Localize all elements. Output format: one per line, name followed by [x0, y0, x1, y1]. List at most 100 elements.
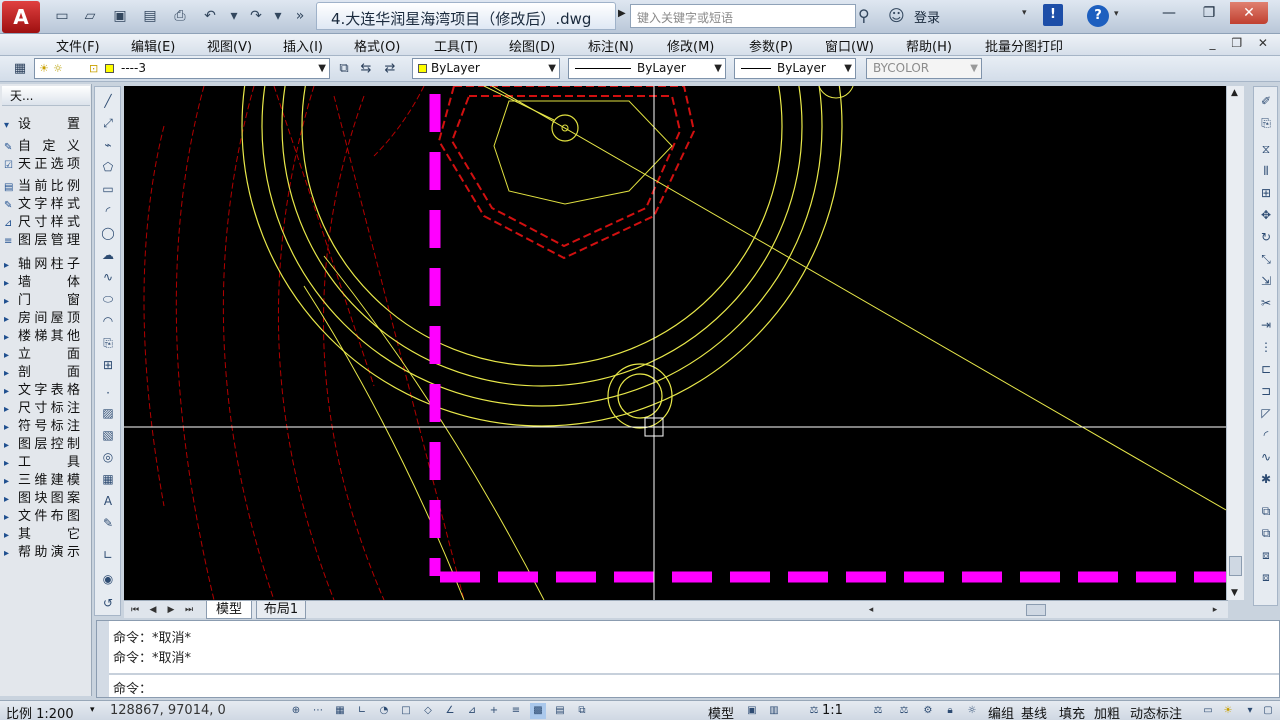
palette-item[interactable]: ▸ 立 面: [4, 346, 88, 364]
move-icon[interactable]: ✥: [1256, 205, 1276, 225]
array-icon[interactable]: ⊞: [1256, 183, 1276, 203]
palette-item[interactable]: ▸ 尺寸标注: [4, 400, 88, 418]
dyn-input-icon[interactable]: +: [486, 703, 502, 719]
binoculars-icon[interactable]: ⚲: [858, 6, 870, 25]
transparency-toggle-icon[interactable]: ▩: [530, 703, 546, 719]
infer-constraints-icon[interactable]: ⊕: [288, 703, 304, 719]
group-toggle[interactable]: 编组: [988, 703, 1014, 720]
copy-icon[interactable]: ⎘: [1256, 113, 1276, 133]
text-front-icon[interactable]: ⧉: [1256, 523, 1276, 543]
break-icon[interactable]: ⊏: [1256, 359, 1276, 379]
bring-to-front-icon[interactable]: ⧈: [1256, 545, 1276, 565]
palette-item[interactable]: ✎ 自 定 义: [4, 138, 88, 156]
annotation-scale-value[interactable]: 1:1: [822, 703, 843, 718]
last-tab-icon[interactable]: ⏭: [182, 603, 196, 617]
hscroll-left-icon[interactable]: ◂: [864, 603, 878, 617]
ellipse-icon[interactable]: ⬭: [98, 289, 118, 309]
status-menu-icon[interactable]: ▾: [1242, 703, 1258, 719]
palette-item[interactable]: ⊿ 尺寸样式: [4, 214, 88, 232]
offset-icon[interactable]: ⫴: [1256, 161, 1276, 181]
undo-dropdown-icon[interactable]: ▾: [224, 7, 244, 25]
lineweight-toggle-icon[interactable]: ≡: [508, 703, 524, 719]
region-icon[interactable]: ◎: [98, 447, 118, 467]
palette-item[interactable]: ▸ 其 它: [4, 526, 88, 544]
layer-match-icon[interactable]: ⇆: [356, 59, 376, 79]
application-menu-button[interactable]: A: [2, 1, 40, 33]
scale-dropdown-icon[interactable]: ▾: [90, 705, 95, 715]
palette-item[interactable]: ▸ 墙 体: [4, 274, 88, 292]
prev-tab-icon[interactable]: ◀: [146, 603, 160, 617]
multiline-text-icon[interactable]: A: [98, 491, 118, 511]
vertical-scrollbar[interactable]: ▲ ▼: [1226, 86, 1244, 600]
isolate-objects-icon[interactable]: ☼: [964, 703, 980, 719]
layer-properties-icon[interactable]: ▦: [10, 59, 30, 79]
search-input[interactable]: 键入关键字或短语: [630, 4, 856, 28]
insert-block-icon[interactable]: ⎘: [98, 333, 118, 353]
bold-toggle[interactable]: 加粗: [1094, 703, 1120, 720]
hscroll-right-icon[interactable]: ▸: [1208, 603, 1222, 617]
hscroll-thumb[interactable]: [1026, 604, 1046, 616]
gradient-icon[interactable]: ▧: [98, 425, 118, 445]
snap-mode-icon[interactable]: ⋯: [310, 703, 326, 719]
make-current-layer-icon[interactable]: ⧉: [334, 59, 354, 79]
spline-icon[interactable]: ∿: [98, 267, 118, 287]
plotstyle-dropdown[interactable]: BYCOLOR ▼: [866, 58, 982, 79]
menu-tools[interactable]: 工具(T): [434, 36, 478, 55]
palette-item[interactable]: ▸ 楼梯其他: [4, 328, 88, 346]
palette-item[interactable]: ▸ 剖 面: [4, 364, 88, 382]
ellipse-arc-icon[interactable]: ◠: [98, 311, 118, 331]
menu-format[interactable]: 格式(O): [354, 36, 400, 55]
print-icon[interactable]: ⎙: [170, 7, 190, 25]
palette-item[interactable]: ▸ 图块图案: [4, 490, 88, 508]
linetype-dropdown[interactable]: ByLayer ▼: [568, 58, 726, 79]
open-file-icon[interactable]: ▱: [80, 7, 100, 25]
scroll-down-icon[interactable]: ▼: [1231, 588, 1238, 598]
layer-previous-icon[interactable]: ⇄: [380, 59, 400, 79]
command-window-grip[interactable]: [97, 621, 109, 697]
palette-item[interactable]: ▸ 三维建模: [4, 472, 88, 490]
polygon-icon[interactable]: ⬠: [98, 157, 118, 177]
palette-item[interactable]: ▸ 工 具: [4, 454, 88, 472]
quick-view-drawings-icon[interactable]: ▥: [766, 703, 782, 719]
color-dropdown[interactable]: ByLayer ▼: [412, 58, 560, 79]
palette-item[interactable]: ▸ 房间屋顶: [4, 310, 88, 328]
quick-access-more-icon[interactable]: »: [290, 7, 310, 25]
login-dropdown-icon[interactable]: ▾: [1022, 8, 1027, 18]
palette-item[interactable]: ▸ 门 窗: [4, 292, 88, 310]
model-space-label[interactable]: 模型: [708, 703, 734, 720]
menu-help[interactable]: 帮助(H): [906, 36, 952, 55]
palette-item[interactable]: ✎ 文字样式: [4, 196, 88, 214]
stretch-icon[interactable]: ⇲: [1256, 271, 1276, 291]
explode-icon[interactable]: ✱: [1256, 469, 1276, 489]
ducs-icon[interactable]: ⊿: [464, 703, 480, 719]
menu-parametric[interactable]: 参数(P): [749, 36, 793, 55]
rectangle-icon[interactable]: ▭: [98, 179, 118, 199]
tab-layout1[interactable]: 布局1: [256, 601, 306, 619]
menu-batch-print[interactable]: 批量分图打印: [985, 36, 1063, 55]
fillet-icon[interactable]: ◜: [1256, 425, 1276, 445]
document-menu-arrow-icon[interactable]: ▶: [618, 8, 626, 19]
hatch-icon[interactable]: ▨: [98, 403, 118, 423]
menu-view[interactable]: 视图(V): [207, 36, 252, 55]
join-icon[interactable]: ⊐: [1256, 381, 1276, 401]
clean-screen-icon[interactable]: ▢: [1260, 703, 1276, 719]
save-icon[interactable]: ▣: [110, 7, 130, 25]
palette-item[interactable]: ▸ 帮助演示: [4, 544, 88, 562]
mirror-icon[interactable]: ⧖: [1256, 139, 1276, 159]
ortho-mode-icon[interactable]: ∟: [354, 703, 370, 719]
scroll-thumb[interactable]: [1229, 556, 1242, 576]
scroll-up-icon[interactable]: ▲: [1231, 88, 1238, 98]
add-selected-icon[interactable]: ✎: [98, 513, 118, 533]
point-icon[interactable]: ·: [98, 383, 118, 403]
osnap-icon[interactable]: □: [398, 703, 414, 719]
chamfer-icon[interactable]: ◸: [1256, 403, 1276, 423]
palette-item[interactable]: ▸ 文件布图: [4, 508, 88, 526]
command-prompt[interactable]: 命令：: [113, 678, 152, 697]
extend-icon[interactable]: ⇥: [1256, 315, 1276, 335]
revision-cloud-icon[interactable]: ☁: [98, 245, 118, 265]
palette-item[interactable]: ▸ 轴网柱子: [4, 256, 88, 274]
quick-view-layouts-icon[interactable]: ▣: [744, 703, 760, 719]
palette-item[interactable]: ▸ 符号标注: [4, 418, 88, 436]
draw-order-icon[interactable]: ⧉: [1256, 501, 1276, 521]
table-icon[interactable]: ▦: [98, 469, 118, 489]
